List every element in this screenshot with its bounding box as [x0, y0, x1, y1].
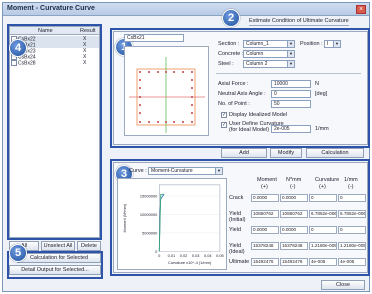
props-divider — [216, 73, 361, 74]
result-row-sublabel: (Initial) — [229, 217, 246, 223]
y-tick-label: 5000000 — [142, 230, 158, 235]
result-unit: (-) — [290, 184, 296, 190]
points-label: No. of Point : — [218, 101, 250, 107]
user-curvature-unit: 1/mm — [315, 126, 329, 132]
section-label: Section : — [218, 41, 240, 47]
x-tick-label: 0 — [158, 253, 161, 258]
result-cell: 4e-005 — [309, 258, 337, 266]
concrete-select[interactable]: Column ▼ — [243, 50, 295, 58]
result-col-header: N*mm — [286, 177, 302, 183]
position-select-value: I — [327, 41, 329, 47]
result-cell: 4e-005 — [338, 258, 366, 266]
x-tick-label: 0.02 — [180, 253, 188, 258]
calculation-button[interactable]: Calculation — [306, 148, 364, 158]
result-cell: 0 — [338, 226, 366, 234]
result-cell: 0 — [338, 194, 366, 202]
delete-button[interactable]: Delete — [77, 241, 101, 251]
display-ideal-checkbox[interactable]: ✓ — [221, 112, 227, 118]
moment-curvature-chart: 1500000010000000500000000 0.01 0.02 0.03 0.0… — [117, 178, 227, 270]
result-cell: 6.7852e-006 — [338, 210, 366, 218]
estimate-condition-label[interactable]: Estimate Condition of Ultimate Curvature — [249, 18, 349, 26]
x-tick-label: 0.04 — [204, 253, 212, 258]
section-preview — [124, 46, 209, 136]
result-unit: (-) — [348, 184, 354, 190]
steel-select[interactable]: Column 2 ▼ — [243, 60, 295, 68]
result-cell: 0.0000 — [251, 226, 279, 234]
window-title: Moment - Curvature Curve — [7, 5, 95, 12]
position-label: Position : — [300, 41, 323, 47]
neutral-axis-label: Neutral Axis Angle : — [218, 91, 266, 97]
chevron-down-icon: ▼ — [215, 168, 222, 174]
result-cell: 0.0000 — [280, 194, 308, 202]
result-row-label: Yield — [229, 227, 242, 233]
section-select-value: Column_1 — [246, 41, 269, 47]
chevron-down-icon: ▼ — [287, 61, 294, 67]
result-cell: 15492476 — [280, 258, 308, 266]
x-tick-label: 0.05 — [216, 253, 224, 258]
section-drawing — [129, 57, 205, 133]
unselect-all-button[interactable]: Unselect All — [41, 241, 75, 251]
x-tick-label: 0.01 — [168, 253, 176, 258]
chevron-down-icon: ▼ — [287, 41, 294, 47]
result-row-label: Ultimate — [229, 259, 250, 265]
position-select[interactable]: I ▼ — [324, 40, 341, 48]
result-cell: 0 — [309, 226, 337, 234]
axial-force-unit: N — [315, 81, 319, 87]
y-axis-title: Moment (N*mm) — [122, 203, 127, 232]
modify-button[interactable]: Modify — [270, 148, 302, 158]
result-row-label: Crack — [229, 195, 244, 201]
neutral-axis-unit: [deg] — [315, 91, 328, 97]
badge-2: 2 — [222, 9, 240, 27]
result-cell: 15378248 — [280, 242, 308, 250]
steel-select-value: Column 2 — [246, 61, 268, 67]
y-tick-label: 15000000 — [140, 193, 158, 198]
curve-type-value: Moment-Curvature — [151, 168, 193, 174]
axial-force-label: Axial Force : — [218, 81, 249, 87]
result-unit: (+) — [319, 184, 326, 190]
result-cell: 1.2180e-005 — [309, 242, 337, 250]
result-row-sublabel: (Ideal) — [229, 249, 245, 255]
plot-area — [159, 184, 221, 252]
result-col-header: 1/mm — [344, 177, 358, 183]
curve-type-select[interactable]: Moment-Curvature ▼ — [148, 167, 223, 175]
chevron-down-icon: ▼ — [287, 51, 294, 57]
title-bar: Moment - Curvature Curve × — [3, 3, 369, 16]
result-cell: 0 — [309, 194, 337, 202]
section-name-field[interactable]: CsBx21 — [124, 34, 184, 42]
badge-4: 4 — [9, 39, 27, 57]
user-curvature-field[interactable]: 2e-005 — [271, 125, 311, 133]
points-field[interactable]: 50 — [271, 100, 311, 108]
display-ideal-label: Display Idealized Model — [229, 112, 288, 118]
close-window-button[interactable]: × — [356, 5, 366, 14]
steel-label: Steel : — [218, 61, 234, 67]
add-button[interactable]: Add — [221, 148, 267, 158]
user-curvature-checkbox[interactable]: ✓ — [221, 122, 227, 128]
section-select[interactable]: Column_1 ▼ — [243, 40, 295, 48]
axial-force-field[interactable]: 10000 — [271, 80, 311, 88]
result-cell: 0.0000 — [251, 194, 279, 202]
result-unit: (+) — [261, 184, 268, 190]
badge-5: 5 — [9, 244, 27, 262]
close-button[interactable]: Close — [321, 280, 365, 290]
y-tick-label: 10000000 — [140, 212, 158, 217]
result-cell: 15378248 — [251, 242, 279, 250]
result-cell: 6.7852e-006 — [309, 210, 337, 218]
concrete-select-value: Column — [246, 51, 264, 57]
result-cell: 10860762 — [251, 210, 279, 218]
chevron-down-icon: ▼ — [333, 41, 340, 47]
result-cell: 1.2180e-005 — [338, 242, 366, 250]
result-cell: 0.0000 — [280, 226, 308, 234]
x-tick-label: 0.03 — [192, 253, 200, 258]
result-col-header: Moment — [257, 177, 277, 183]
curve-label: Curve : — [129, 168, 147, 174]
moment-curvature-window: Moment - Curvature Curve × Estimate Cond… — [2, 2, 370, 292]
result-cell: 10860762 — [280, 210, 308, 218]
user-curvature-label-2: (for Ideal Model) : — [229, 127, 273, 133]
neutral-axis-field[interactable]: 0 — [271, 90, 311, 98]
result-cell: 15492476 — [251, 258, 279, 266]
result-col-header: Curvature — [315, 177, 340, 183]
concrete-label: Concrete : — [218, 51, 244, 57]
x-axis-title: Curvature x10^-4 (1/mm) — [168, 260, 212, 265]
